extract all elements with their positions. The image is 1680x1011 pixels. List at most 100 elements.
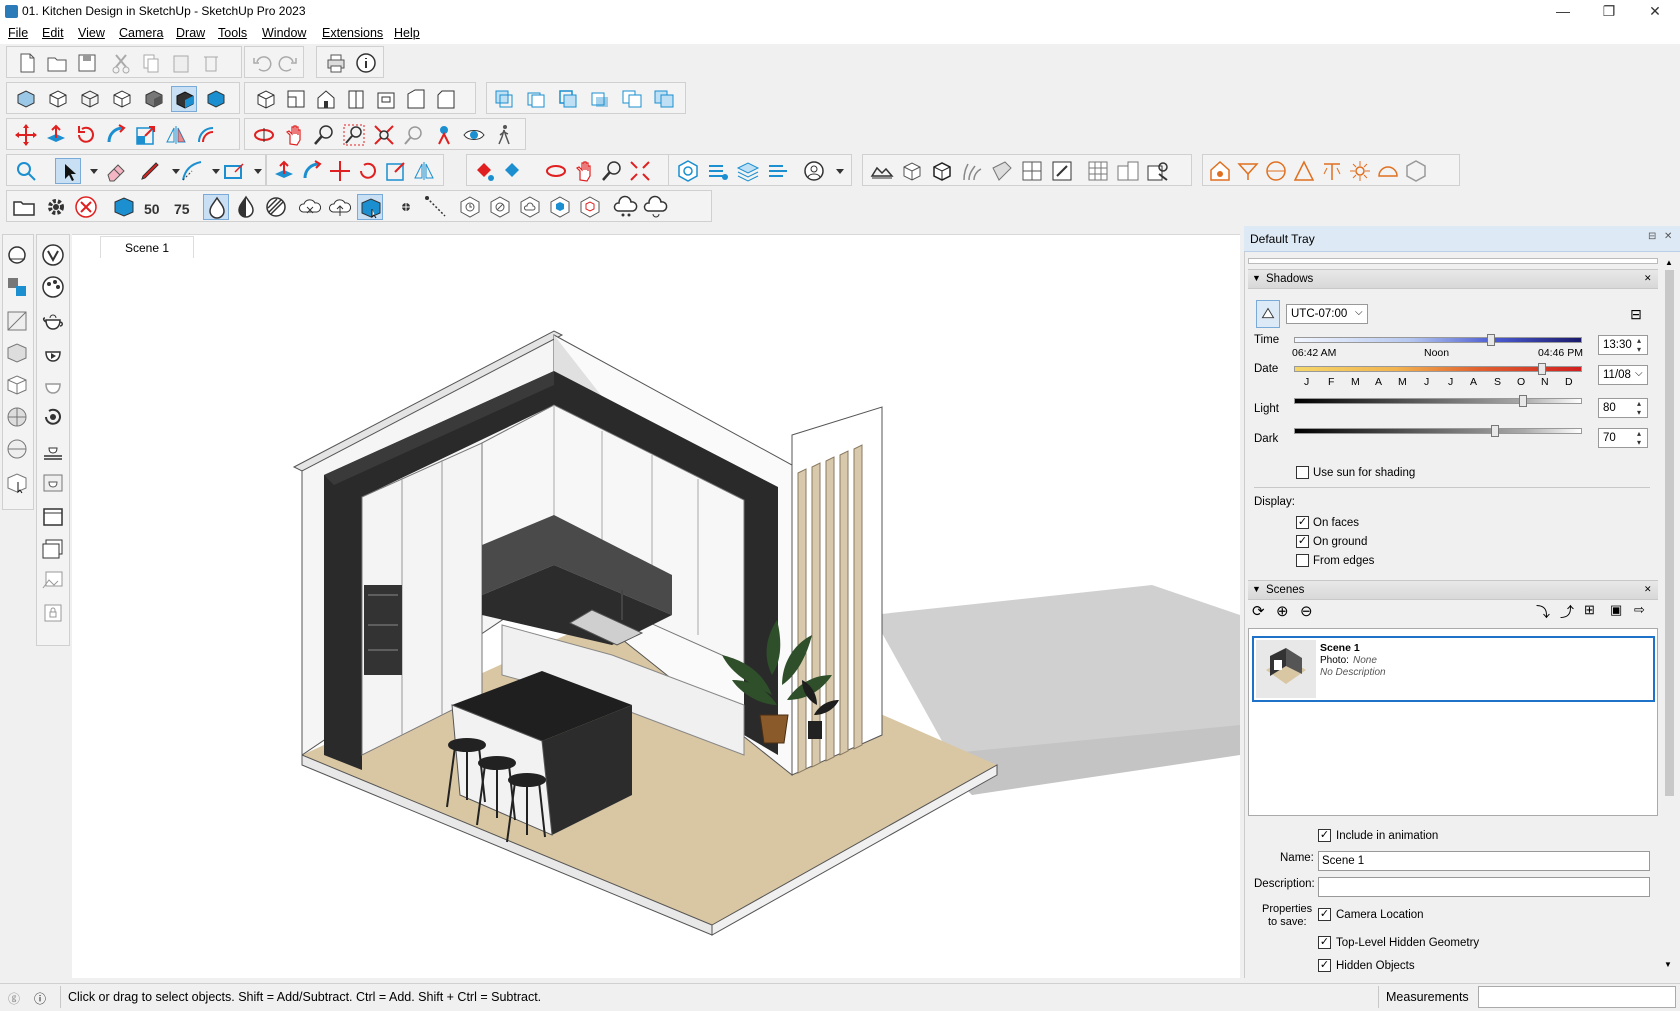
sun-light-icon[interactable] <box>1347 158 1373 184</box>
render-50-icon[interactable]: 50 <box>141 194 167 220</box>
frame-buffer-icon[interactable] <box>40 504 66 530</box>
details-toggle-icon[interactable]: ⊟ <box>1628 306 1644 322</box>
3d-warehouse-icon[interactable] <box>675 158 701 184</box>
scene-list-item[interactable]: Scene 1 Photo: None No Description <box>1252 636 1655 702</box>
menu-edit[interactable]: Edit <box>42 26 64 40</box>
scroll-thumb[interactable] <box>1665 270 1674 796</box>
paste-icon[interactable] <box>168 50 194 76</box>
box-hidden-icon[interactable] <box>4 372 30 398</box>
box-grid-icon[interactable] <box>4 340 30 366</box>
look-around-icon[interactable] <box>461 122 487 148</box>
account-icon[interactable] <box>801 158 827 184</box>
date-slider-thumb[interactable] <box>1538 363 1546 375</box>
zoom-icon[interactable] <box>311 122 337 148</box>
gear-icon[interactable] <box>43 194 69 220</box>
measurements-input[interactable] <box>1478 986 1676 1008</box>
time-slider-thumb[interactable] <box>1487 334 1495 346</box>
paint-bucket-icon[interactable] <box>471 158 497 184</box>
back-edges-style-icon[interactable] <box>45 86 71 112</box>
cube-light-icon[interactable] <box>1403 158 1429 184</box>
pan-icon[interactable] <box>571 158 597 184</box>
geo-location-icon[interactable]: ⓖ <box>8 990 20 1007</box>
teapot-plane-icon[interactable] <box>40 436 66 462</box>
cloud-render-icon[interactable] <box>517 194 543 220</box>
scroll-up-icon[interactable]: ▲ <box>1665 258 1673 267</box>
chevron-down-icon[interactable] <box>163 158 180 184</box>
cancel-icon[interactable] <box>73 194 99 220</box>
share-component-icon[interactable] <box>705 158 731 184</box>
close-window-button[interactable]: ✕ <box>1632 0 1678 22</box>
monochrome-style-icon[interactable] <box>203 86 229 112</box>
move-scene-down-icon[interactable]: ⤵ <box>1536 602 1550 622</box>
zoom-extents-icon[interactable] <box>627 158 653 184</box>
orbit-icon[interactable] <box>543 158 569 184</box>
stack-boxes-icon[interactable] <box>1115 158 1141 184</box>
sphere-light-icon[interactable] <box>1263 158 1289 184</box>
arc-icon[interactable] <box>179 158 205 184</box>
on-ground-checkbox[interactable]: ✓ <box>1296 535 1309 548</box>
top-view-icon[interactable] <box>283 86 309 112</box>
move-icon[interactable] <box>327 158 353 184</box>
scene-name-input[interactable]: Scene 1 <box>1318 851 1650 871</box>
model-viewport[interactable] <box>72 234 1240 978</box>
section-cut-icon[interactable] <box>523 86 549 112</box>
layers-icon[interactable] <box>735 158 761 184</box>
on-faces-checkbox[interactable]: ✓ <box>1296 516 1309 529</box>
scale-icon[interactable] <box>133 122 159 148</box>
dome-light-icon[interactable] <box>1375 158 1401 184</box>
copy-icon[interactable] <box>138 50 164 76</box>
ies-light-icon[interactable] <box>1319 158 1345 184</box>
section-fill-icon[interactable] <box>587 86 613 112</box>
view-options-icon[interactable]: ⊞ <box>1584 602 1595 618</box>
shadows-panel-header[interactable]: ▼ Shadows ✕ <box>1248 269 1658 289</box>
panel-close-icon[interactable]: ✕ <box>1644 273 1652 284</box>
line-pencil-icon[interactable] <box>137 158 163 184</box>
light-slider[interactable] <box>1294 395 1582 407</box>
teapot-frame-icon[interactable] <box>40 470 66 496</box>
cone-light-icon[interactable] <box>1291 158 1317 184</box>
section-planes-icon[interactable] <box>619 86 645 112</box>
bottom-view-icon[interactable] <box>433 86 459 112</box>
flip-icon[interactable] <box>163 122 189 148</box>
push-pull-icon[interactable] <box>43 122 69 148</box>
from-edges-checkbox[interactable] <box>1296 554 1309 567</box>
component-box-dark-icon[interactable] <box>929 158 955 184</box>
grid-layout-icon[interactable] <box>1019 158 1045 184</box>
grass-icon[interactable] <box>959 158 985 184</box>
flip-icon[interactable] <box>411 158 437 184</box>
pin-icon[interactable]: ⊟ <box>1648 231 1656 242</box>
offset-icon[interactable] <box>193 122 219 148</box>
previous-view-icon[interactable] <box>401 122 427 148</box>
add-scene-icon[interactable]: ⊕ <box>1276 602 1289 620</box>
palette-icon[interactable] <box>40 274 66 300</box>
teapot-cloud-icon[interactable] <box>40 372 66 398</box>
panel-close-icon[interactable]: ✕ <box>1644 584 1652 595</box>
box-render-icon[interactable] <box>577 194 603 220</box>
kitchen-model-render[interactable] <box>72 235 1240 979</box>
half-drop-icon[interactable] <box>233 194 259 220</box>
update-scene-icon[interactable]: ⟳ <box>1252 602 1265 620</box>
clock-render-icon[interactable] <box>457 194 483 220</box>
edit-panel-icon[interactable] <box>1049 158 1075 184</box>
render-hand-icon[interactable] <box>357 194 383 220</box>
teapot-window-icon[interactable] <box>40 536 66 562</box>
checker-sphere-icon[interactable] <box>4 404 30 430</box>
menu-view[interactable]: View <box>78 26 105 40</box>
section-display-icon[interactable] <box>555 86 581 112</box>
left-view-icon[interactable] <box>403 86 429 112</box>
tray-scrollbar[interactable]: ▲ <box>1662 256 1676 796</box>
tab-scene-1[interactable]: Scene 1 <box>100 236 194 258</box>
push-pull-icon[interactable] <box>271 158 297 184</box>
top-level-hidden-checkbox[interactable]: ✓ <box>1318 936 1331 949</box>
collapse-icon[interactable]: ▼ <box>1252 584 1261 594</box>
terrain-icon[interactable] <box>869 158 895 184</box>
minimize-button[interactable]: — <box>1540 0 1586 22</box>
intersect-faces-icon[interactable] <box>4 274 30 300</box>
rotate-icon[interactable] <box>73 122 99 148</box>
render-icon[interactable] <box>111 194 137 220</box>
dotted-line-icon[interactable] <box>423 194 449 220</box>
restore-button[interactable]: ❐ <box>1586 0 1632 22</box>
scroll-down-icon[interactable]: ▼ <box>1664 960 1672 969</box>
position-camera-icon[interactable] <box>431 122 457 148</box>
drop-icon[interactable] <box>203 194 229 220</box>
